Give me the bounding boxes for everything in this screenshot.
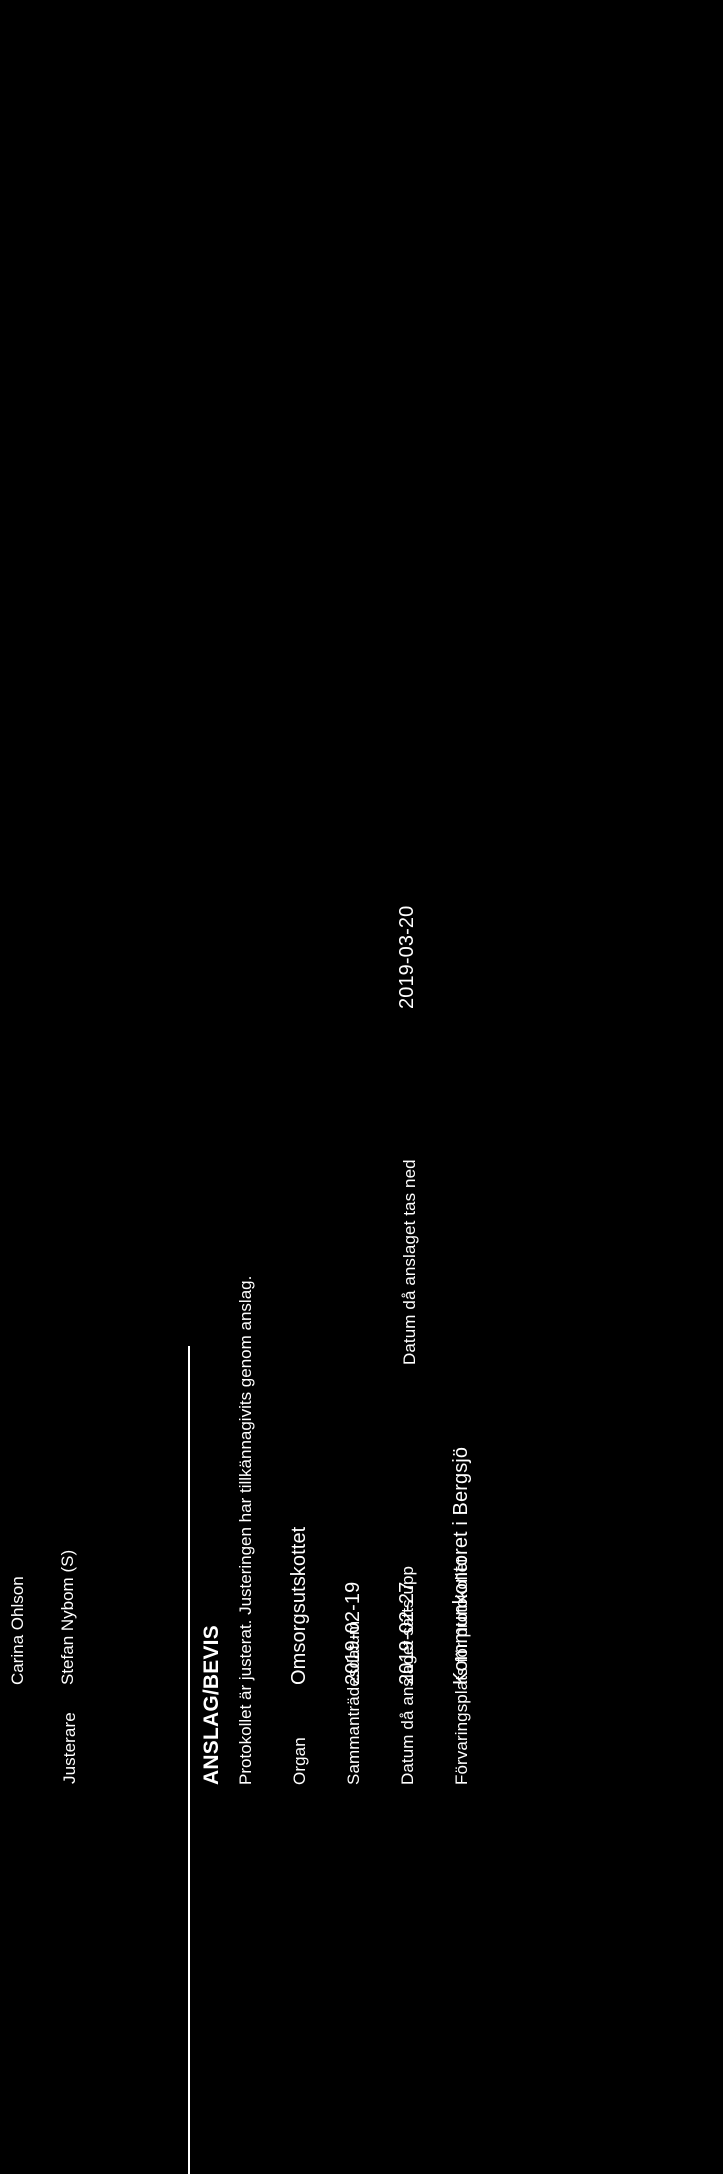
anslag-upp-value: 2019-02-27	[396, 1581, 418, 1685]
organ-value: Omsorgsutskottet	[288, 1526, 310, 1685]
anslag-ned-value-row: 2019-03-20	[396, 906, 419, 1009]
anslag-bevis-heading: ANSLAG/BEVIS	[200, 1625, 223, 1785]
justerare-value: Stefan Nybom (S)	[58, 1549, 77, 1685]
justerare-value-row: Stefan Nybom (S)	[58, 1550, 78, 1685]
anslag-ned-label: Datum då anslaget tas ned	[400, 1159, 419, 1365]
sammantradesdatum-value: 2019-02-19	[342, 1581, 364, 1685]
anslag-ned-label-row: Datum då anslaget tas ned	[400, 1159, 420, 1365]
organ-value-row: Omsorgsutskottet	[288, 1527, 311, 1685]
justerare-label-row: Justerare	[60, 1712, 80, 1784]
signature-name: Carina Ohlson	[8, 1576, 27, 1685]
forvaringsplats-value-row: Kommunkontoret i Bergsjö	[450, 1447, 473, 1685]
anslag-bevis-text-row: Protokollet är justerat. Justeringen har…	[236, 1276, 256, 1785]
anslag-upp-value-row: 2019-02-27	[396, 1582, 419, 1685]
rotated-page-stage: Carina Ohlson Justerare Stefan Nybom (S)…	[0, 0, 723, 2174]
organ-label-row: Organ	[290, 1737, 310, 1785]
document-page: Carina Ohlson Justerare Stefan Nybom (S)…	[0, 0, 723, 2174]
signature-row: Carina Ohlson	[8, 1576, 28, 1685]
document-body: Carina Ohlson Justerare Stefan Nybom (S)…	[0, 0, 723, 2174]
anslag-ned-value: 2019-03-20	[396, 905, 418, 1009]
justerare-label: Justerare	[60, 1712, 79, 1784]
horizontal-divider-rule	[188, 1346, 190, 2174]
organ-label: Organ	[290, 1737, 309, 1785]
forvaringsplats-value: Kommunkontoret i Bergsjö	[450, 1446, 472, 1685]
anslag-bevis-heading-row: ANSLAG/BEVIS	[200, 1625, 224, 1785]
anslag-bevis-text: Protokollet är justerat. Justeringen har…	[236, 1275, 255, 1785]
sammantradesdatum-value-row: 2019-02-19	[342, 1582, 365, 1685]
